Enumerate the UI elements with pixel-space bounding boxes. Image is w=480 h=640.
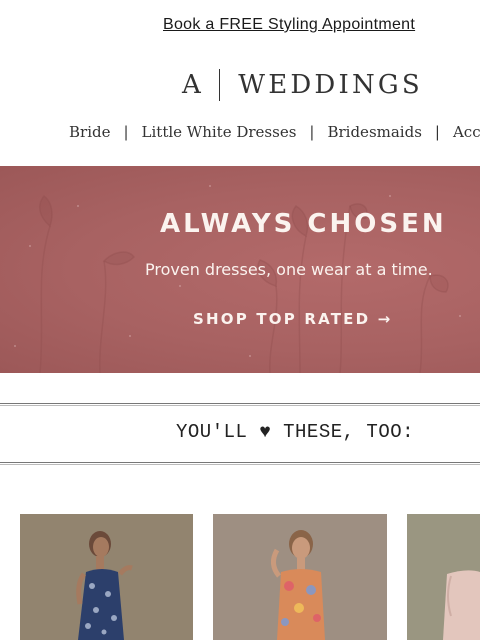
nav-item-bridesmaids[interactable]: Bridesmaids [327, 123, 421, 141]
book-styling-appointment-link[interactable]: Book a FREE Styling Appointment [163, 16, 415, 34]
nav-separator: | [309, 123, 315, 141]
divider-bottom-shadow [0, 464, 480, 465]
product-image-orange-floral-dress [213, 514, 387, 640]
product-image-blue-floral-dress [20, 514, 193, 640]
main-nav: Bride | Little White Dresses | Bridesmai… [69, 121, 480, 143]
product-card[interactable] [407, 514, 480, 640]
nav-item-little-white-dresses[interactable]: Little White Dresses [142, 123, 297, 141]
logo-divider [218, 69, 221, 101]
divider-bottom [0, 462, 480, 463]
product-card[interactable] [213, 514, 387, 640]
promo-bar: Book a FREE Styling Appointment [0, 0, 480, 52]
hero-banner[interactable]: ALWAYS CHOSEN Proven dresses, one wear a… [0, 166, 480, 373]
brand-logo[interactable]: A WEDDINGS [182, 68, 423, 102]
product-card[interactable] [20, 514, 193, 640]
hero-subtitle: Proven dresses, one wear at a time. [145, 260, 433, 279]
divider-top [0, 403, 480, 404]
nav-separator: | [123, 123, 129, 141]
nav-item-accessories[interactable]: Acces [453, 123, 480, 141]
product-image-blush-dress [407, 514, 480, 640]
recommendations-heading: YOU'LL ♥ THESE, TOO: [176, 421, 415, 443]
logo-wordmark: WEDDINGS [238, 70, 423, 100]
hero-title: ALWAYS CHOSEN [160, 209, 447, 239]
logo-mark: A [182, 70, 202, 100]
nav-item-bride[interactable]: Bride [69, 123, 110, 141]
shop-top-rated-link[interactable]: SHOP TOP RATED → [193, 310, 392, 328]
divider-top-shadow [0, 405, 480, 406]
nav-separator: | [434, 123, 440, 141]
